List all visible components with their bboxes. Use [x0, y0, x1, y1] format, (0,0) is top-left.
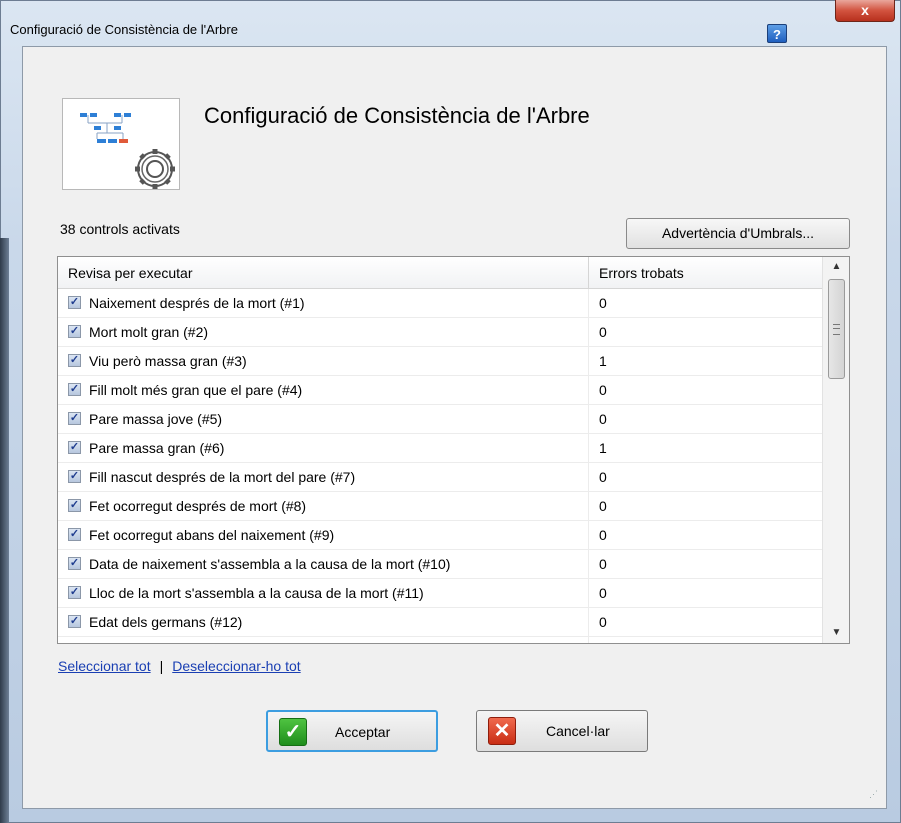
check-label: Fill molt més gran que el pare (#4): [89, 382, 303, 398]
accept-button[interactable]: ✓ Acceptar: [266, 710, 438, 752]
resize-grip-icon[interactable]: ⋰: [869, 789, 878, 800]
errors-count: 0: [599, 614, 607, 630]
errors-count: 1: [599, 440, 607, 456]
column-divider: [588, 637, 589, 643]
errors-count: 0: [599, 469, 607, 485]
table-row[interactable]: ✓ Fill molt més gran que el pare (#4) 0: [58, 376, 822, 405]
errors-count: 1: [599, 353, 607, 369]
tree-gear-icon: [62, 98, 180, 190]
scroll-down-arrow-icon[interactable]: ▼: [823, 623, 849, 643]
table-row[interactable]: ✓ Naixement després de la mort (#1) 0: [58, 289, 822, 318]
cancel-button[interactable]: ✕ Cancel·lar: [476, 710, 648, 752]
table-row[interactable]: ✓ Pare massa gran (#6) 1: [58, 434, 822, 463]
table-row[interactable]: ✓ Pare massa jove (#5) 0: [58, 405, 822, 434]
table-row[interactable]: ✓ Fet ocorregut abans del naixement (#9) 0: [58, 521, 822, 550]
check-checkbox[interactable]: ✓: [68, 441, 81, 454]
check-checkbox[interactable]: ✓: [68, 470, 81, 483]
deselect-all-link[interactable]: Deseleccionar-ho tot: [172, 658, 300, 674]
errors-count: 0: [599, 411, 607, 427]
check-label: Viu però massa gran (#3): [89, 353, 247, 369]
check-label: Germans amb noms iguals (#13): [89, 643, 293, 644]
threshold-warning-button[interactable]: Advertència d'Umbrals...: [626, 218, 850, 249]
check-label: Pare massa gran (#6): [89, 440, 225, 456]
column-divider: [588, 318, 589, 347]
check-label: Fet ocorregut abans del naixement (#9): [89, 527, 335, 543]
column-divider: [588, 289, 589, 318]
scroll-thumb[interactable]: [828, 279, 845, 379]
check-checkbox[interactable]: ✓: [68, 528, 81, 541]
table-row[interactable]: ✓ Edat dels germans (#12) 0: [58, 608, 822, 637]
cancel-button-label: Cancel·lar: [546, 723, 610, 739]
errors-count: 0: [599, 324, 607, 340]
column-divider: [588, 347, 589, 376]
link-separator: |: [159, 658, 164, 674]
table-row[interactable]: ✓ Fill nascut després de la mort del pare…: [58, 463, 822, 492]
accept-button-label: Acceptar: [335, 724, 391, 740]
column-divider: [588, 492, 589, 521]
check-checkbox[interactable]: ✓: [68, 586, 81, 599]
dialog-client-area: Configuració de Consistència de l'Arbre …: [22, 46, 887, 809]
column-divider: [588, 376, 589, 405]
check-checkbox[interactable]: ✓: [68, 325, 81, 338]
column-divider: [588, 434, 589, 463]
table-row[interactable]: ✓ Data de naixement s'assembla a la causa…: [58, 550, 822, 579]
scroll-up-arrow-icon[interactable]: ▲: [823, 257, 849, 277]
errors-count: 0: [599, 556, 607, 572]
check-checkbox[interactable]: ✓: [68, 557, 81, 570]
check-label: Edat dels germans (#12): [89, 614, 243, 630]
column-divider: [588, 550, 589, 579]
check-label: Lloc de la mort s'assembla a la causa de…: [89, 585, 424, 601]
x-icon: ✕: [488, 717, 516, 745]
vertical-scrollbar[interactable]: ▲ ▼: [822, 257, 849, 643]
check-checkbox[interactable]: ✓: [68, 412, 81, 425]
check-checkbox[interactable]: ✓: [68, 499, 81, 512]
check-label: Naixement després de la mort (#1): [89, 295, 305, 311]
selection-links: Seleccionar tot | Deseleccionar-ho tot: [58, 658, 301, 674]
title-bar[interactable]: Configuració de Consistència de l'Arbre …: [0, 0, 901, 46]
table-row[interactable]: ✓ Fet ocorregut després de mort (#8) 0: [58, 492, 822, 521]
desktop-background-strip: [0, 238, 9, 823]
check-label: Fet ocorregut després de mort (#8): [89, 498, 307, 514]
check-checkbox[interactable]: ✓: [68, 615, 81, 628]
grid-rows: ✓ Naixement després de la mort (#1) 0 ✓ Mort…: [58, 289, 822, 644]
check-label: Mort molt gran (#2): [89, 324, 209, 340]
errors-count: 0: [599, 382, 607, 398]
errors-count: 0: [599, 585, 607, 601]
window-title: Configuració de Consistència de l'Arbre: [10, 22, 238, 37]
check-checkbox[interactable]: ✓: [68, 383, 81, 396]
active-controls-count: 38 controls activats: [60, 221, 180, 237]
errors-count: 0: [599, 643, 607, 644]
select-all-link[interactable]: Seleccionar tot: [58, 658, 151, 674]
errors-count: 0: [599, 498, 607, 514]
table-row[interactable]: ✓ Lloc de la mort s'assembla a la causa d…: [58, 579, 822, 608]
page-title: Configuració de Consistència de l'Arbre: [204, 103, 590, 128]
checkmark-icon: ✓: [279, 718, 307, 746]
grid-header: Revisa per executar Errors trobats: [58, 257, 822, 289]
column-divider: [588, 579, 589, 608]
check-label: Pare massa jove (#5): [89, 411, 223, 427]
column-divider: [588, 463, 589, 492]
check-label: Fill nascut després de la mort del pare …: [89, 469, 356, 485]
check-checkbox[interactable]: ✓: [68, 354, 81, 367]
column-divider: [588, 257, 589, 288]
column-divider: [588, 608, 589, 637]
column-header-errors[interactable]: Errors trobats: [599, 265, 684, 281]
column-divider: [588, 405, 589, 434]
errors-count: 0: [599, 295, 607, 311]
checks-grid[interactable]: Revisa per executar Errors trobats ✓ Naix…: [57, 256, 850, 644]
column-header-check[interactable]: Revisa per executar: [68, 265, 193, 281]
table-row[interactable]: ✓ Mort molt gran (#2) 0: [58, 318, 822, 347]
column-divider: [588, 521, 589, 550]
errors-count: 0: [599, 527, 607, 543]
scroll-grip-icon: [833, 324, 840, 335]
table-row[interactable]: ✓ Viu però massa gran (#3) 1: [58, 347, 822, 376]
check-checkbox[interactable]: ✓: [68, 296, 81, 309]
check-label: Data de naixement s'assembla a la causa …: [89, 556, 451, 572]
close-button[interactable]: x: [835, 0, 895, 22]
help-button[interactable]: ?: [767, 24, 787, 43]
table-row[interactable]: ✓Germans amb noms iguals (#13)0: [58, 637, 822, 644]
